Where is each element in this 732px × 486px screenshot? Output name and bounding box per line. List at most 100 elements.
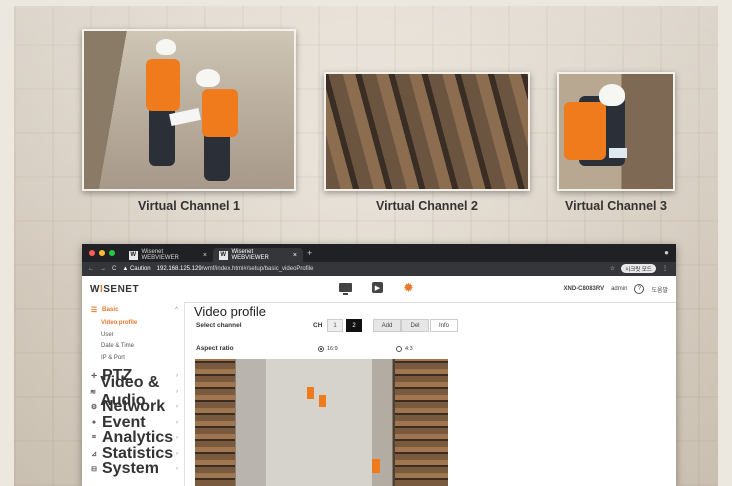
worker-helmet [599,84,625,106]
caption-channel-1: Virtual Channel 1 [138,199,240,213]
list-icon: ☰ [90,306,98,314]
bookmark-star-icon[interactable]: ☆ [610,265,615,272]
close-window-button[interactable] [89,250,95,256]
wisenet-logo: WISENET [90,284,139,295]
chevron-right-icon: › [176,466,178,473]
channel-2-button[interactable]: 2 [346,319,362,332]
live-view-icon[interactable] [339,283,352,295]
channel-1-button[interactable]: 1 [327,319,343,332]
tab-close-icon[interactable]: × [203,252,207,259]
menu-video-audio[interactable]: ≋ Video & Audio › [82,374,184,409]
video-audio-icon: ≋ [90,388,97,396]
window-controls [89,250,115,256]
virtual-channel-3-image [557,72,675,191]
worker-vest [146,59,180,111]
event-bell-icon: ♠ [92,419,96,427]
minimize-window-button[interactable] [99,250,105,256]
menu-analytics[interactable]: ⌗ Analytics › [82,429,184,446]
menu-network[interactable]: ⚙ Network › [82,398,184,415]
menu-group-basic: ☰ Basic ^ Video profile User Date & Time… [82,302,184,364]
setup-sidebar: ☰ Basic ^ Video profile User Date & Time… [82,302,185,486]
menu-label: System [102,460,159,478]
sidebar-item-user[interactable]: User [82,329,184,341]
browser-tab-1[interactable]: W Wisenet WEBVIEWER × [123,248,213,262]
help-icon[interactable]: ? [634,284,645,294]
url-host: 192.168.125.129 [156,266,202,272]
browser-settings-icon[interactable]: ● [664,248,669,257]
radio-label: 16:9 [327,346,338,352]
page-title: Video profile [194,304,267,319]
info-button[interactable]: Info [430,319,458,332]
select-channel-label: Select channel [196,322,242,329]
playback-icon[interactable]: ▶ [372,282,383,293]
worker-helmet [156,39,176,55]
wisenet-tab-icon: W [129,250,138,260]
chevron-right-icon: › [176,388,178,395]
logo-suffix: SENET [103,283,140,295]
statistics-icon: ⊿ [91,450,97,458]
back-icon[interactable]: ← [88,266,94,272]
worker2-vest [202,89,238,137]
chevron-up-icon: ^ [175,306,178,313]
menu-system[interactable]: ⊟ System › [82,460,184,478]
browser-window: W Wisenet WEBVIEWER × W Wisenet WEBVIEWE… [82,244,676,486]
menu-statistics[interactable]: ⊿ Statistics › [82,445,184,462]
content-area: Video profile [194,302,266,319]
new-tab-button[interactable]: + [307,248,312,258]
radio-label: 4:3 [405,346,413,352]
camera-model: XND-C8083RV [563,286,605,292]
sidebar-item-ip-port[interactable]: IP & Port [82,352,184,364]
user-name[interactable]: admin [611,286,627,292]
camera-video-preview[interactable] [195,359,448,486]
tab-strip: W Wisenet WEBVIEWER × W Wisenet WEBVIEWE… [82,244,676,262]
chevron-right-icon: › [176,450,178,457]
maximize-window-button[interactable] [109,250,115,256]
worker2-helmet [196,69,220,87]
incognito-profile-pill[interactable]: 시크릿 모드 [621,264,656,273]
network-icon: ⚙ [90,404,98,412]
forward-icon[interactable]: → [100,266,106,272]
tablet [609,148,627,158]
aspect-4-3-radio[interactable]: 4:3 [396,346,413,352]
worker-figure [372,459,380,473]
app-header: WISENET ▶ ✹ XND-C8083RV admin ? 도움말 [82,276,676,303]
menu-basic[interactable]: ☰ Basic ^ [82,302,184,318]
address-bar-actions: ☆ 시크릿 모드 ⋮ [610,264,668,273]
virtual-channel-1-image [82,29,296,191]
reload-icon[interactable]: C [112,266,116,272]
del-button[interactable]: Del [401,319,429,332]
browser-tab-2[interactable]: W Wisenet WEBVIEWER × [213,248,303,262]
virtual-channel-2-image [324,72,530,191]
sidebar-item-video-profile[interactable]: Video profile [82,318,184,330]
url-path: /wmf/index.html#/setup/basic_videoProfil… [201,266,314,272]
system-icon: ⊟ [91,466,97,474]
main-nav: ▶ ✹ [339,281,414,295]
analytics-icon: ⌗ [92,434,96,442]
worker-vest [564,102,606,160]
tab-close-icon[interactable]: × [293,252,297,259]
add-button[interactable]: Add [373,319,401,332]
menu-label: Basic [102,306,119,314]
aspect-ratio-label: Aspect ratio [196,345,234,352]
chevron-right-icon: › [176,419,178,426]
sidebar-item-date-time[interactable]: Date & Time [82,341,184,353]
chevron-right-icon: › [176,404,178,411]
url-field[interactable]: 192.168.125.129/wmf/index.html#/setup/ba… [157,266,314,272]
tab-title: Wisenet WEBVIEWER [231,249,269,261]
radio-unselected-icon [396,346,402,352]
help-label[interactable]: 도움말 [651,285,668,294]
caption-channel-3: Virtual Channel 3 [565,199,667,213]
tab-title: Wisenet WEBVIEWER [141,249,179,261]
aspect-16-9-radio[interactable]: 16:9 [318,346,338,352]
logo-prefix: W [90,283,100,295]
right-shelf [395,359,448,486]
browser-menu-icon[interactable]: ⋮ [662,265,668,272]
setup-gear-icon[interactable]: ✹ [403,281,414,294]
wisenet-tab-icon: W [219,250,228,260]
caption-channel-2: Virtual Channel 2 [376,199,478,213]
security-caution[interactable]: ▲ Caution [122,266,150,272]
header-user-area: XND-C8083RV admin ? 도움말 [564,284,668,294]
left-shelf [195,359,235,486]
menu-event[interactable]: ♠ Event › [82,414,184,431]
radio-selected-icon [318,346,324,352]
